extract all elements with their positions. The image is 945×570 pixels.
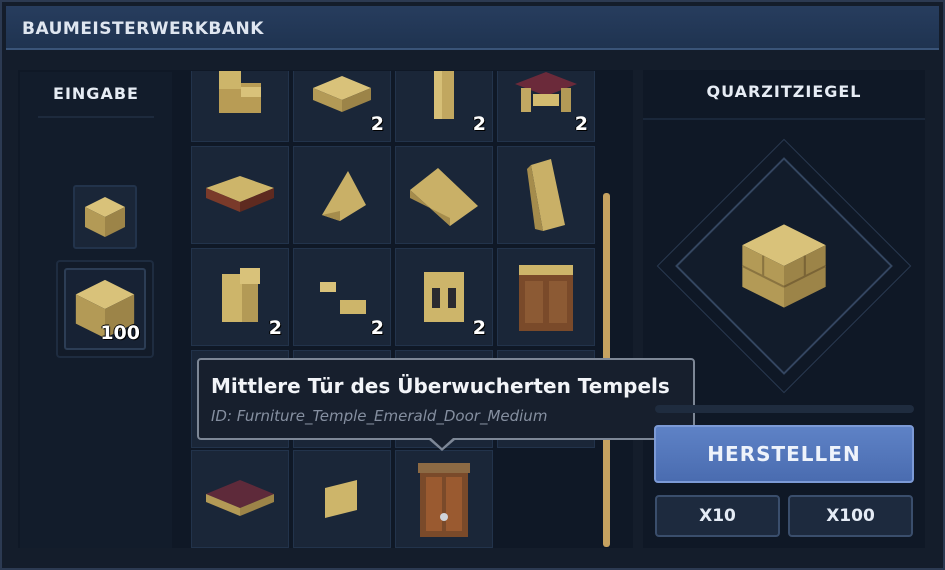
- craft-x10-button[interactable]: X10: [655, 495, 780, 537]
- input-header: EINGABE: [53, 84, 139, 103]
- recipe-cell[interactable]: [293, 450, 391, 548]
- recipe-cell[interactable]: [395, 146, 493, 244]
- bricks-small-icon: [320, 282, 366, 314]
- tooltip-id: ID: Furniture_Temple_Emerald_Door_Medium: [211, 407, 548, 425]
- recipe-cell[interactable]: [497, 146, 595, 244]
- recipe-cell[interactable]: 2: [395, 248, 493, 346]
- stairs-icon: [219, 71, 261, 113]
- recipe-cell[interactable]: 2: [497, 71, 595, 142]
- recipe-cell[interactable]: [191, 146, 289, 244]
- title-bar: BAUMEISTERWERKBANK: [6, 6, 939, 50]
- wall-corner-icon: [222, 268, 260, 322]
- pillar-icon: [434, 71, 454, 119]
- roof-slope-icon: [322, 171, 366, 221]
- recipe-cell[interactable]: [191, 450, 289, 548]
- bed-icon: [206, 480, 274, 516]
- bench-icon: [206, 176, 274, 212]
- input-slot-small[interactable]: [73, 185, 137, 249]
- roof-long-icon: [410, 168, 478, 226]
- recipe-cell[interactable]: 2: [395, 71, 493, 142]
- input-column: EINGABE 100: [20, 72, 172, 548]
- recipe-cell[interactable]: [395, 450, 493, 548]
- recipe-cell[interactable]: 2: [191, 248, 289, 346]
- roof-steep-icon: [527, 159, 565, 231]
- craft-progress-bar: [655, 405, 914, 413]
- window-title: BAUMEISTERWERKBANK: [22, 19, 264, 39]
- temple-door-icon: [418, 463, 470, 537]
- tooltip-title: Mittlere Tür des Überwucherten Tempels: [211, 374, 670, 398]
- input-slot-big[interactable]: 100: [56, 260, 154, 358]
- result-header: QUARZITZIEGEL: [706, 82, 862, 101]
- recipe-cell[interactable]: [191, 71, 289, 142]
- panel-icon: [325, 480, 357, 518]
- recipe-cell[interactable]: [497, 248, 595, 346]
- recipe-grid: 2 2 2 2 2 2: [191, 71, 597, 548]
- window-wall-icon: [424, 272, 464, 322]
- slab-icon: [313, 76, 371, 112]
- craft-button[interactable]: HERSTELLEN: [654, 425, 914, 483]
- recipe-cell[interactable]: 2: [293, 71, 391, 142]
- craft-x100-button[interactable]: X100: [788, 495, 913, 537]
- sandstone-block-icon: [85, 197, 125, 237]
- recipe-cell[interactable]: [293, 146, 391, 244]
- table-icon: [515, 72, 577, 112]
- recipe-cell[interactable]: 2: [293, 248, 391, 346]
- quartzite-brick-block-icon: [741, 224, 827, 308]
- cabinet-icon: [519, 265, 573, 331]
- divider: [38, 116, 154, 118]
- divider: [643, 118, 925, 120]
- item-tooltip: Mittlere Tür des Überwucherten Tempels I…: [197, 358, 695, 440]
- input-count: 100: [100, 322, 140, 344]
